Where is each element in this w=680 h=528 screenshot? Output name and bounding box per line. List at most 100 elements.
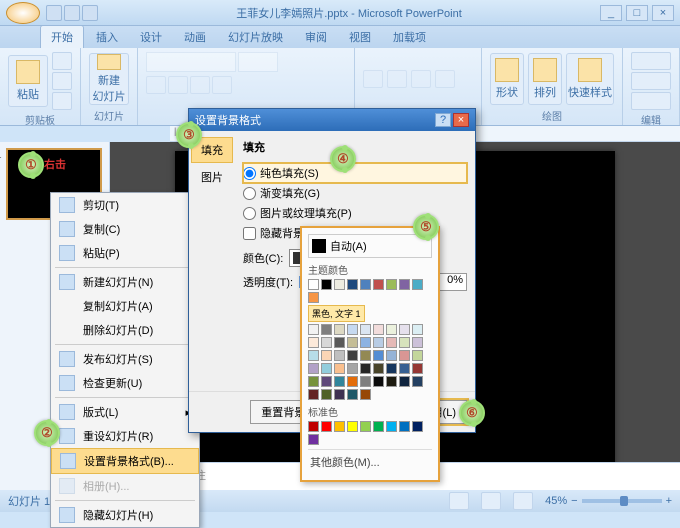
maximize-button[interactable]: □ [626,5,648,21]
qat-undo-icon[interactable] [64,5,80,21]
color-swatch[interactable] [308,421,319,432]
color-swatch[interactable] [308,350,319,361]
align-right-button[interactable] [411,70,431,88]
color-swatch[interactable] [308,376,319,387]
more-colors-button[interactable]: 其他颜色(M)... [308,449,432,474]
color-swatch[interactable] [347,363,358,374]
color-swatch[interactable] [321,337,332,348]
color-swatch[interactable] [347,376,358,387]
color-swatch[interactable] [347,337,358,348]
bullets-button[interactable] [435,70,455,88]
color-swatch[interactable] [308,292,319,303]
color-swatch[interactable] [412,363,423,374]
color-swatch[interactable] [308,434,319,445]
color-swatch[interactable] [321,324,332,335]
tab-design[interactable]: 设计 [130,26,172,48]
italic-button[interactable] [168,76,188,94]
find-button[interactable] [631,52,671,70]
tab-animation[interactable]: 动画 [174,26,216,48]
ctx-format-background[interactable]: 设置背景格式(B)... [51,448,199,474]
color-swatch[interactable] [412,421,423,432]
color-swatch[interactable] [373,279,384,290]
color-swatch[interactable] [347,389,358,400]
color-swatch[interactable] [412,350,423,361]
ctx-delete-slide[interactable]: 删除幻灯片(D) [51,318,199,342]
color-swatch[interactable] [321,376,332,387]
ctx-cut[interactable]: 剪切(T) [51,193,199,217]
color-swatch[interactable] [360,324,371,335]
minimize-button[interactable]: _ [600,5,622,21]
ctx-check-updates[interactable]: 检查更新(U) [51,371,199,395]
color-swatch[interactable] [399,279,410,290]
color-swatch[interactable] [360,363,371,374]
color-swatch[interactable] [308,363,319,374]
office-button[interactable] [6,2,40,24]
color-swatch[interactable] [399,363,410,374]
align-center-button[interactable] [387,70,407,88]
zoom-out-button[interactable]: − [571,495,577,507]
qat-save-icon[interactable] [46,5,62,21]
view-sorter-button[interactable] [481,492,501,510]
align-left-button[interactable] [363,70,383,88]
replace-button[interactable] [631,72,671,90]
color-swatch[interactable] [321,421,332,432]
copy-button[interactable] [52,72,72,90]
qat-redo-icon[interactable] [82,5,98,21]
color-swatch[interactable] [399,324,410,335]
bold-button[interactable] [146,76,166,94]
ctx-paste[interactable]: 粘贴(P) [51,241,199,265]
color-swatch[interactable] [321,363,332,374]
tab-slideshow[interactable]: 幻灯片放映 [218,26,293,48]
color-swatch[interactable] [373,324,384,335]
paste-button[interactable]: 粘贴 [8,55,48,107]
color-swatch[interactable] [412,324,423,335]
color-swatch[interactable] [334,363,345,374]
tab-home[interactable]: 开始 [40,25,84,48]
color-swatch[interactable] [399,376,410,387]
zoom-control[interactable]: 45% − + [545,495,672,507]
zoom-in-button[interactable]: + [666,495,672,507]
color-swatch[interactable] [347,421,358,432]
tab-review[interactable]: 审阅 [295,26,337,48]
color-swatch[interactable] [334,389,345,400]
view-normal-button[interactable] [449,492,469,510]
color-swatch[interactable] [373,337,384,348]
tab-addins[interactable]: 加载项 [383,26,436,48]
color-swatch[interactable] [347,324,358,335]
dialog-close-button[interactable]: × [453,113,469,127]
nav-picture[interactable]: 图片 [191,165,233,189]
color-swatch[interactable] [399,350,410,361]
color-swatch[interactable] [308,279,319,290]
color-swatch[interactable] [399,421,410,432]
color-swatch[interactable] [360,279,371,290]
color-swatch[interactable] [399,337,410,348]
color-swatch[interactable] [347,350,358,361]
color-swatch[interactable] [386,376,397,387]
color-swatch[interactable] [360,350,371,361]
zoom-slider[interactable] [582,499,662,503]
color-swatch[interactable] [373,421,384,432]
view-slideshow-button[interactable] [513,492,533,510]
color-swatch[interactable] [334,324,345,335]
ctx-new-slide[interactable]: 新建幻灯片(N) [51,270,199,294]
ctx-layout[interactable]: 版式(L)▸ [51,400,199,424]
color-swatch[interactable] [373,350,384,361]
color-swatch[interactable] [321,389,332,400]
color-swatch[interactable] [334,279,345,290]
dialog-titlebar[interactable]: 设置背景格式 ? × [189,109,475,131]
color-swatch[interactable] [386,279,397,290]
color-swatch[interactable] [412,337,423,348]
color-swatch[interactable] [360,421,371,432]
color-swatch[interactable] [386,337,397,348]
radio-solid-fill[interactable]: 纯色填充(S) [243,163,467,183]
ctx-copy[interactable]: 复制(C) [51,217,199,241]
color-swatch[interactable] [386,421,397,432]
color-swatch[interactable] [308,324,319,335]
font-size-combo[interactable] [238,52,278,72]
color-swatch[interactable] [308,389,319,400]
color-swatch[interactable] [360,376,371,387]
tab-view[interactable]: 视图 [339,26,381,48]
ctx-hide-slide[interactable]: 隐藏幻灯片(H) [51,503,199,527]
color-swatch[interactable] [334,350,345,361]
color-swatch[interactable] [360,389,371,400]
